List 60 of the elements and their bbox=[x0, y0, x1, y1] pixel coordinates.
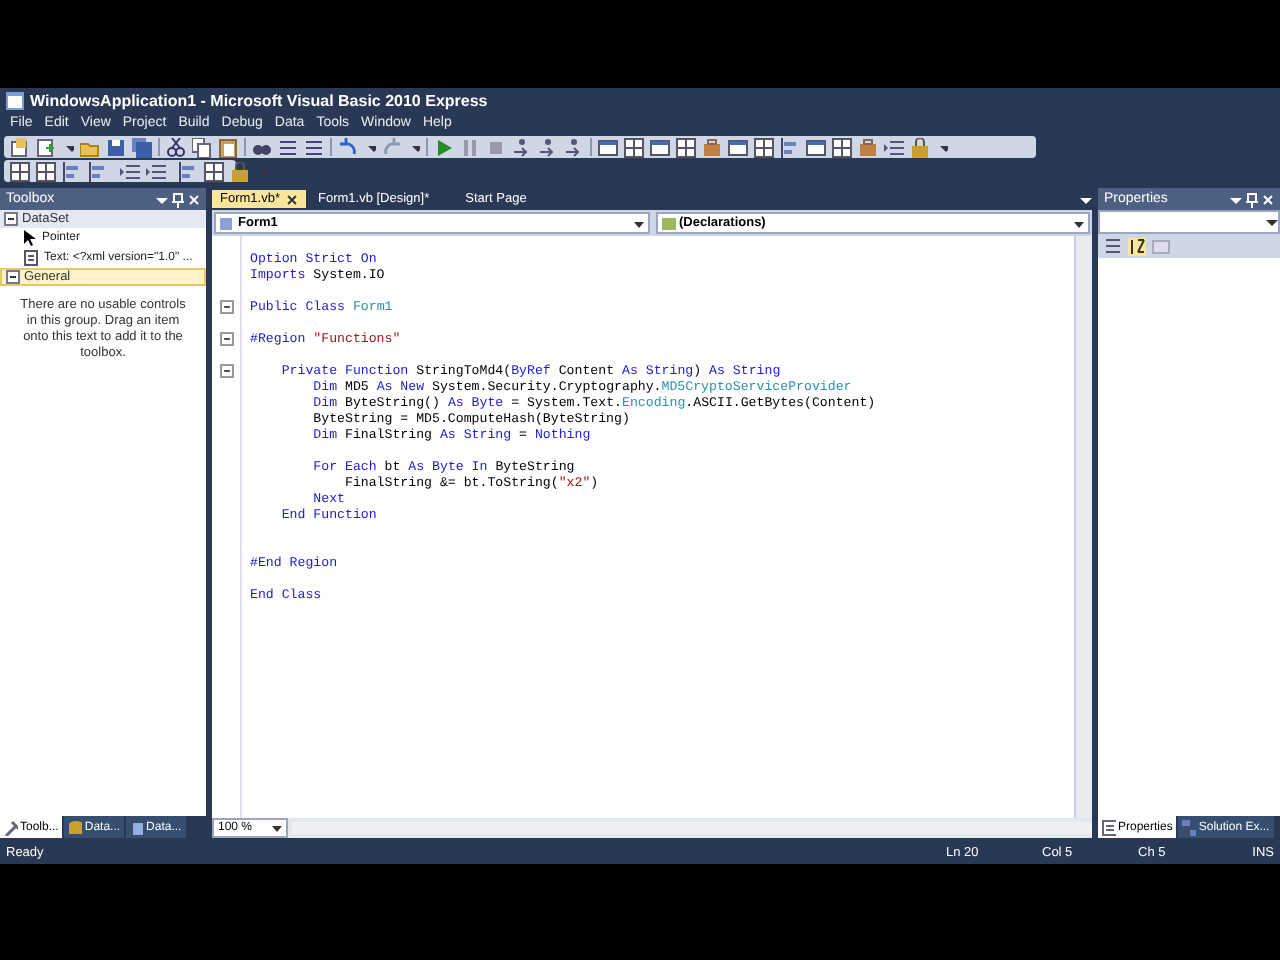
scissors-icon[interactable] bbox=[166, 137, 186, 157]
indent-icon[interactable] bbox=[120, 161, 140, 181]
align-icon[interactable] bbox=[62, 161, 82, 181]
collapse-icon[interactable] bbox=[219, 363, 233, 377]
server-icon bbox=[130, 819, 145, 835]
grid-icon[interactable] bbox=[754, 137, 774, 157]
pin-icon[interactable] bbox=[1246, 191, 1258, 207]
indent-icon[interactable] bbox=[884, 137, 904, 157]
grid-icon[interactable] bbox=[36, 161, 56, 181]
categorized-icon[interactable] bbox=[1104, 237, 1122, 255]
alphabetical-sort-icon[interactable] bbox=[1128, 237, 1146, 255]
collapse-icon[interactable] bbox=[219, 331, 233, 345]
clipboard-icon[interactable] bbox=[218, 137, 238, 157]
toolbox-icon[interactable] bbox=[858, 137, 878, 157]
document-icon bbox=[24, 250, 38, 266]
grid-icon[interactable] bbox=[10, 161, 30, 181]
grid-icon[interactable] bbox=[204, 161, 224, 181]
toolbox-icon[interactable] bbox=[702, 137, 722, 157]
new-project-icon[interactable] bbox=[10, 137, 30, 157]
grid-icon[interactable] bbox=[676, 137, 696, 157]
align-icon[interactable] bbox=[88, 161, 108, 181]
collapse-icon[interactable] bbox=[219, 299, 233, 313]
indent-icon[interactable] bbox=[146, 161, 166, 181]
class-icon bbox=[220, 215, 234, 231]
grid-icon[interactable] bbox=[624, 137, 644, 157]
comment-lines-icon[interactable] bbox=[278, 137, 298, 157]
method-icon bbox=[661, 215, 675, 231]
align-icon[interactable] bbox=[178, 161, 198, 181]
step-arrow-icon[interactable] bbox=[512, 137, 532, 157]
window-title: WindowsApplication1 - Microsoft Visual Basic 2010 Express bbox=[30, 91, 488, 109]
window-icon[interactable] bbox=[806, 137, 826, 157]
save-all-icon[interactable] bbox=[132, 137, 152, 157]
comment-lines-icon[interactable] bbox=[304, 137, 324, 157]
collapse-icon[interactable] bbox=[6, 270, 20, 284]
window-icon[interactable] bbox=[650, 137, 670, 157]
property-sheet-icon bbox=[1102, 819, 1116, 835]
pointer-icon bbox=[24, 230, 36, 246]
add-item-icon[interactable] bbox=[36, 137, 56, 157]
solution-tree-icon bbox=[1182, 819, 1197, 835]
grid-icon[interactable] bbox=[832, 137, 852, 157]
close-icon[interactable] bbox=[285, 193, 298, 205]
undo-icon[interactable] bbox=[338, 137, 358, 157]
dropdown-arrow-icon bbox=[1266, 214, 1278, 230]
vertical-scrollbar[interactable] bbox=[1074, 236, 1092, 818]
window-icon[interactable] bbox=[728, 137, 748, 157]
align-icon[interactable] bbox=[780, 137, 800, 157]
step-arrow-icon[interactable] bbox=[564, 137, 584, 157]
padlock-icon[interactable] bbox=[910, 137, 930, 157]
step-arrow-icon[interactable] bbox=[538, 137, 558, 157]
save-icon[interactable] bbox=[106, 137, 126, 157]
window-icon[interactable] bbox=[598, 137, 618, 157]
database-icon bbox=[68, 819, 83, 835]
hammer-icon bbox=[4, 819, 18, 835]
app-icon bbox=[6, 91, 24, 109]
padlock-icon[interactable] bbox=[230, 161, 250, 181]
horizontal-scrollbar[interactable] bbox=[292, 822, 1092, 834]
dropdown-arrow-icon bbox=[272, 822, 282, 834]
pin-icon[interactable] bbox=[172, 191, 184, 207]
collapse-icon[interactable] bbox=[4, 212, 18, 226]
copy-icon[interactable] bbox=[192, 137, 212, 157]
